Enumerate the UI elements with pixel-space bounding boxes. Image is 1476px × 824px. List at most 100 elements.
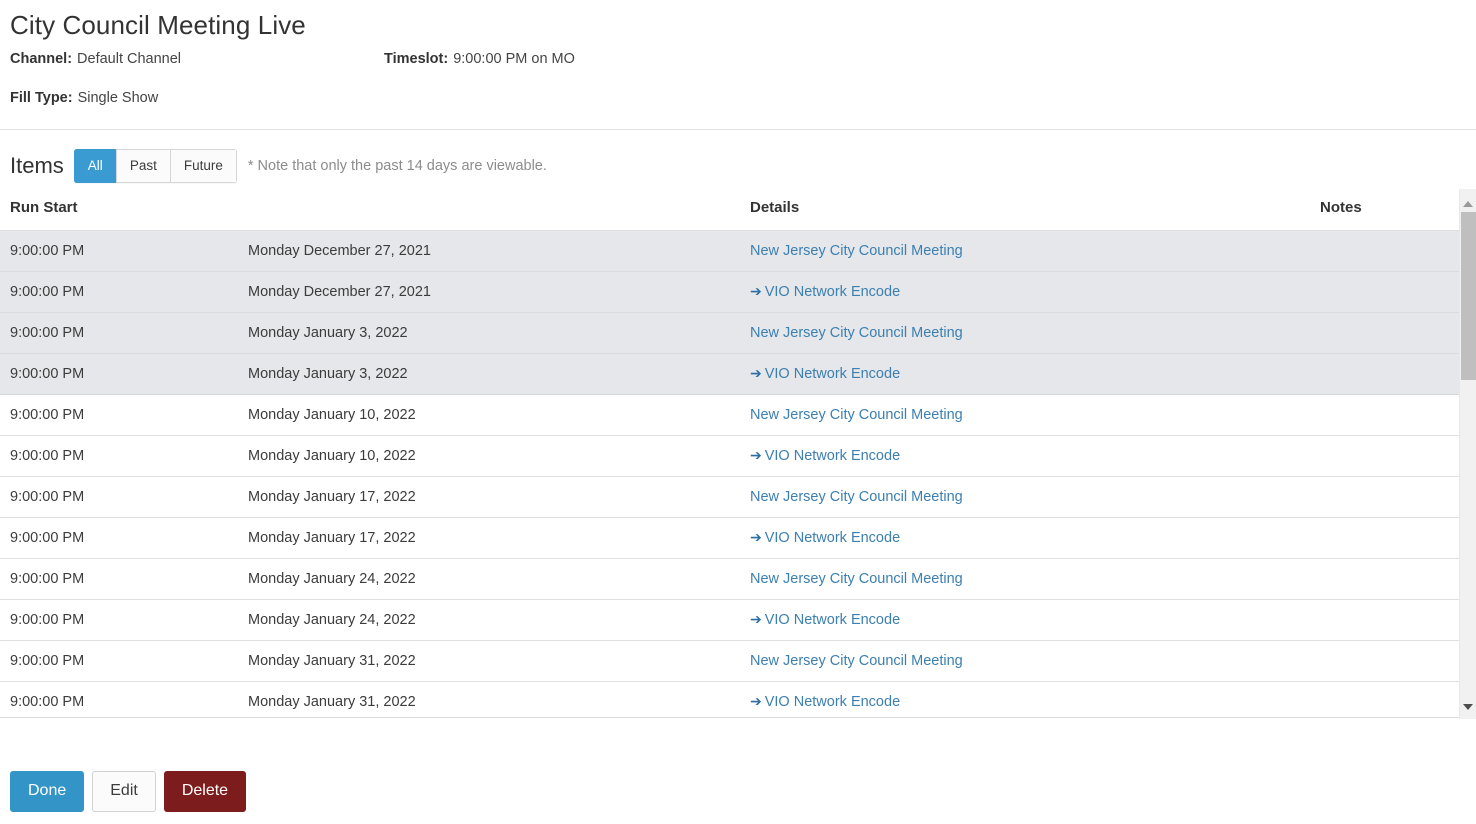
table-row: 9:00:00 PMMonday December 27, 2021 New Je… [0,231,1459,272]
cell-details: New Jersey City Council Meeting [740,559,1310,600]
cell-run-start-time: 9:00:00 PM [0,313,238,354]
channel-value: Default Channel [77,48,181,71]
filter-all-button[interactable]: All [74,149,116,184]
table-row: 9:00:00 PMMonday January 24, 2022➔VIO Ne… [0,600,1459,641]
arrow-right-icon: ➔ [750,284,762,298]
cell-notes [1310,641,1459,682]
scroll-down-glyph [1463,704,1473,710]
items-table-container: Run Start Details Notes 9:00:00 PMMonday… [0,189,1476,719]
detail-link[interactable]: New Jersey City Council Meeting [750,653,963,669]
cell-details: New Jersey City Council Meeting [740,231,1310,272]
arrow-right-icon: ➔ [750,694,762,708]
scroll-up-arrow-icon[interactable] [1460,195,1476,212]
cell-run-start-date: Monday January 31, 2022 [238,641,740,682]
fill-type-field: Fill Type: Single Show [10,87,384,110]
timeslot-label: Timeslot: [384,48,448,71]
detail-link[interactable]: New Jersey City Council Meeting [750,243,963,259]
detail-link[interactable]: VIO Network Encode [765,284,900,300]
table-row: 9:00:00 PMMonday January 3, 2022➔VIO Net… [0,354,1459,395]
items-table-body: 9:00:00 PMMonday December 27, 2021New Je… [0,231,1459,720]
channel-field: Channel: Default Channel [10,48,384,71]
detail-link[interactable]: VIO Network Encode [765,448,900,464]
cell-notes [1310,518,1459,559]
cell-notes [1310,436,1459,477]
column-header-notes: Notes [1310,189,1459,231]
cell-details: New Jersey City Council Meeting [740,395,1310,436]
table-scrollbar[interactable] [1459,189,1476,719]
scroll-up-glyph [1463,201,1473,207]
done-button[interactable]: Done [10,771,84,812]
scrollbar-thumb[interactable] [1461,212,1476,380]
detail-link[interactable]: New Jersey City Council Meeting [750,325,963,341]
section-divider [0,129,1476,130]
column-header-details: Details [740,189,1310,231]
cell-notes [1310,477,1459,518]
cell-run-start-date: Monday December 27, 2021 [238,231,740,272]
items-note: * Note that only the past 14 days are vi… [248,156,547,176]
table-row: 9:00:00 PMMonday January 17, 2022➔VIO Ne… [0,518,1459,559]
timeslot-field: Timeslot: 9:00:00 PM on MO [384,48,575,71]
cell-details: ➔VIO Network Encode [740,354,1310,395]
cell-details: New Jersey City Council Meeting [740,313,1310,354]
cell-notes [1310,395,1459,436]
detail-link[interactable]: VIO Network Encode [765,694,900,710]
cell-run-start-time: 9:00:00 PM [0,600,238,641]
page-title: City Council Meeting Live [10,8,1466,42]
cell-run-start-time: 9:00:00 PM [0,354,238,395]
column-header-run-start: Run Start [0,189,238,231]
items-table: Run Start Details Notes 9:00:00 PMMonday… [0,189,1459,719]
table-row: 9:00:00 PMMonday December 27, 2021➔VIO N… [0,272,1459,313]
cell-run-start-time: 9:00:00 PM [0,559,238,600]
edit-button[interactable]: Edit [92,771,156,812]
cell-notes [1310,600,1459,641]
detail-link[interactable]: New Jersey City Council Meeting [750,489,963,505]
items-toolbar: Items All Past Future * Note that only t… [0,143,1476,189]
page-header: City Council Meeting Live Channel: Defau… [0,0,1476,110]
cell-run-start-time: 9:00:00 PM [0,231,238,272]
fill-type-value: Single Show [78,87,159,110]
table-row: 9:00:00 PMMonday January 31, 2022New Jer… [0,641,1459,682]
timeslot-value: 9:00:00 PM on MO [453,48,575,71]
cell-run-start-date: Monday January 10, 2022 [238,436,740,477]
cell-run-start-time: 9:00:00 PM [0,477,238,518]
channel-label: Channel: [10,48,72,71]
meta-row-primary: Channel: Default Channel Timeslot: 9:00:… [10,48,1466,71]
fill-type-label: Fill Type: [10,87,73,110]
table-row: 9:00:00 PMMonday January 31, 2022➔VIO Ne… [0,682,1459,720]
cell-run-start-time: 9:00:00 PM [0,436,238,477]
table-row: 9:00:00 PMMonday January 10, 2022➔VIO Ne… [0,436,1459,477]
detail-link[interactable]: VIO Network Encode [765,612,900,628]
items-heading: Items [10,151,64,181]
cell-run-start-date: Monday December 27, 2021 [238,272,740,313]
cell-notes [1310,559,1459,600]
items-table-head: Run Start Details Notes [0,189,1459,231]
cell-details: New Jersey City Council Meeting [740,477,1310,518]
cell-details: New Jersey City Council Meeting [740,641,1310,682]
detail-link[interactable]: New Jersey City Council Meeting [750,407,963,423]
table-header-row: Run Start Details Notes [0,189,1459,231]
meta-row-secondary: Fill Type: Single Show [10,87,1466,110]
table-bottom-border [0,717,1459,718]
cell-notes [1310,313,1459,354]
filter-future-button[interactable]: Future [170,149,237,184]
cell-details: ➔VIO Network Encode [740,600,1310,641]
cell-details: ➔VIO Network Encode [740,518,1310,559]
scroll-down-arrow-icon[interactable] [1460,698,1476,715]
cell-run-start-date: Monday January 17, 2022 [238,477,740,518]
table-row: 9:00:00 PMMonday January 24, 2022New Jer… [0,559,1459,600]
detail-link[interactable]: New Jersey City Council Meeting [750,571,963,587]
cell-notes [1310,682,1459,720]
detail-link[interactable]: VIO Network Encode [765,530,900,546]
column-header-run-date [238,189,740,231]
schedule-detail-page: City Council Meeting Live Channel: Defau… [0,0,1476,824]
cell-run-start-date: Monday January 3, 2022 [238,313,740,354]
cell-run-start-date: Monday January 10, 2022 [238,395,740,436]
cell-notes [1310,231,1459,272]
detail-link[interactable]: VIO Network Encode [765,366,900,382]
cell-run-start-time: 9:00:00 PM [0,682,238,720]
items-filter-group: All Past Future [74,149,237,184]
filter-past-button[interactable]: Past [116,149,170,184]
delete-button[interactable]: Delete [164,771,246,812]
cell-run-start-date: Monday January 3, 2022 [238,354,740,395]
cell-run-start-date: Monday January 17, 2022 [238,518,740,559]
